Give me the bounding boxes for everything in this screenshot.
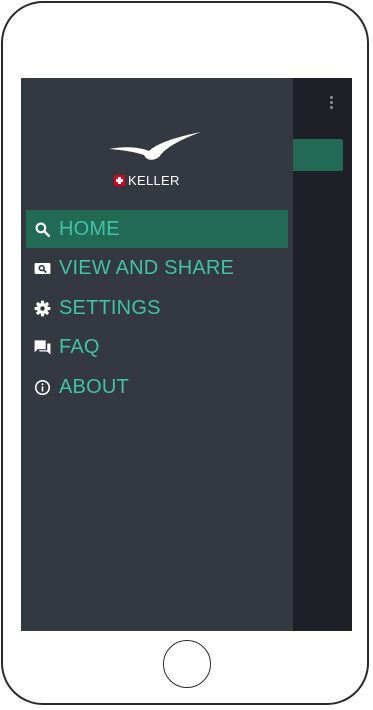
drawer-item-label: FAQ <box>59 336 100 358</box>
drawer-item-faq[interactable]: FAQ <box>26 329 288 367</box>
swiss-cross-icon <box>114 175 125 186</box>
search-icon <box>32 219 52 239</box>
home-button[interactable] <box>163 640 211 688</box>
drawer-item-view-and-share[interactable]: VIEW AND SHARE <box>26 250 288 288</box>
drawer-item-home[interactable]: HOME <box>26 210 288 248</box>
drawer-item-about[interactable]: ABOUT <box>26 368 288 406</box>
brand-name: KELLER <box>128 173 180 188</box>
drawer-menu: HOME VIEW AND SHARE SETTINGS FAQ ABOUT <box>26 210 288 408</box>
more-vertical-icon[interactable] <box>330 96 334 112</box>
drawer-item-label: SETTINGS <box>59 296 161 319</box>
navigation-drawer: KELLER HOME VIEW AND SHARE SETTINGS FAQ … <box>21 78 293 631</box>
drawer-item-settings[interactable]: SETTINGS <box>26 289 288 327</box>
seagull-icon <box>109 132 201 160</box>
image-search-icon <box>32 259 52 279</box>
app-screen: KELLER HOME VIEW AND SHARE SETTINGS FAQ … <box>21 78 352 631</box>
info-icon <box>32 377 52 397</box>
drawer-item-label: ABOUT <box>59 375 129 398</box>
drawer-item-label: VIEW AND SHARE <box>59 257 235 279</box>
gear-icon <box>32 298 52 318</box>
drawer-item-label: HOME <box>59 217 120 240</box>
keller-logo: KELLER <box>21 130 293 190</box>
chat-bubbles-icon <box>32 338 52 358</box>
